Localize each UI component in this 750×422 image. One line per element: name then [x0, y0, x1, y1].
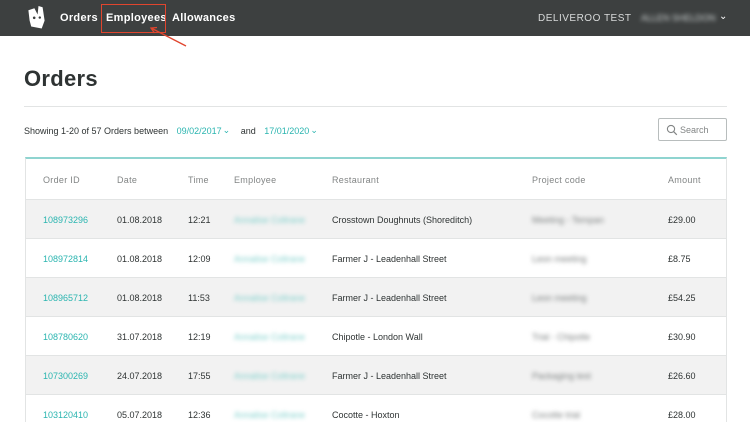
- order-date: 31.07.2018: [117, 332, 163, 342]
- filter-row: Showing 1-20 of 57 Orders between 09/02/…: [24, 125, 318, 136]
- search-placeholder: Search: [680, 125, 709, 135]
- employee-name[interactable]: Annalise Coltrane: [234, 293, 305, 303]
- order-amount: £29.00: [668, 215, 696, 225]
- employee-name[interactable]: Annalise Coltrane: [234, 332, 305, 342]
- table-header: Order ID Date Time Employee Restaurant P…: [26, 159, 726, 200]
- order-amount: £28.00: [668, 410, 696, 420]
- column-header-project-code: Project code: [532, 175, 586, 185]
- order-time: 12:19: [188, 332, 211, 342]
- project-code: Meeting - Tempan: [532, 215, 604, 225]
- order-date: 01.08.2018: [117, 254, 163, 264]
- table-row[interactable]: 107300269 24.07.2018 17:55 Annalise Colt…: [26, 356, 726, 395]
- column-header-order-id: Order ID: [43, 175, 80, 185]
- annotation-highlight-box: [101, 4, 166, 33]
- search-icon: [666, 124, 678, 136]
- order-id-link[interactable]: 107300269: [43, 371, 88, 381]
- column-header-date: Date: [117, 175, 138, 185]
- employee-name[interactable]: Annalise Coltrane: [234, 410, 305, 420]
- project-code: Trial - Chipotle: [532, 332, 591, 342]
- page-title: Orders: [24, 66, 98, 91]
- order-id-link[interactable]: 108972814: [43, 254, 88, 264]
- table-row[interactable]: 108780620 31.07.2018 12:19 Annalise Colt…: [26, 317, 726, 356]
- column-header-employee: Employee: [234, 175, 277, 185]
- order-date: 05.07.2018: [117, 410, 163, 420]
- employee-name[interactable]: Annalise Coltrane: [234, 215, 305, 225]
- table-row[interactable]: 108972814 01.08.2018 12:09 Annalise Colt…: [26, 239, 726, 278]
- date-from-select[interactable]: 09/02/2017⌄: [177, 125, 231, 136]
- user-menu[interactable]: ALLEN SHELDON: [641, 13, 716, 23]
- chevron-down-icon[interactable]: ⌄: [719, 11, 727, 22]
- employee-name[interactable]: Annalise Coltrane: [234, 254, 305, 264]
- order-amount: £30.90: [668, 332, 696, 342]
- order-id-link[interactable]: 108780620: [43, 332, 88, 342]
- project-code: Cocotte trial: [532, 410, 581, 420]
- project-code: Packaging test: [532, 371, 592, 381]
- date-from-value: 09/02/2017: [176, 125, 222, 136]
- order-id-link[interactable]: 108973296: [43, 215, 88, 225]
- nav-link-orders[interactable]: Orders: [60, 12, 98, 24]
- order-date: 24.07.2018: [117, 371, 163, 381]
- restaurant-name: Chipotle - London Wall: [332, 332, 423, 342]
- restaurant-name: Cocotte - Hoxton: [332, 410, 400, 420]
- restaurant-name: Farmer J - Leadenhall Street: [332, 293, 447, 303]
- order-amount: £26.60: [668, 371, 696, 381]
- employee-name[interactable]: Annalise Coltrane: [234, 371, 305, 381]
- orders-table: Order ID Date Time Employee Restaurant P…: [25, 157, 727, 422]
- and-text: and: [240, 125, 256, 136]
- order-amount: £54.25: [668, 293, 696, 303]
- date-to-value: 17/01/2020: [264, 125, 310, 136]
- order-time: 12:36: [188, 410, 211, 420]
- restaurant-name: Farmer J - Leadenhall Street: [332, 371, 447, 381]
- restaurant-name: Crosstown Doughnuts (Shoreditch): [332, 215, 473, 225]
- order-date: 01.08.2018: [117, 293, 163, 303]
- account-name[interactable]: DELIVEROO TEST: [538, 13, 632, 24]
- nav-link-allowances[interactable]: Allowances: [172, 12, 236, 24]
- project-code: Leon meeting: [532, 254, 587, 264]
- order-id-link[interactable]: 103120410: [43, 410, 88, 420]
- order-time: 17:55: [188, 371, 211, 381]
- column-header-restaurant: Restaurant: [332, 175, 380, 185]
- chevron-down-icon: ⌄: [222, 125, 231, 136]
- table-row[interactable]: 108965712 01.08.2018 11:53 Annalise Colt…: [26, 278, 726, 317]
- showing-text: Showing 1-20 of 57 Orders between: [24, 125, 169, 136]
- order-date: 01.08.2018: [117, 215, 163, 225]
- order-id-link[interactable]: 108965712: [43, 293, 88, 303]
- deliveroo-logo-icon[interactable]: [25, 5, 47, 29]
- order-time: 11:53: [188, 293, 210, 303]
- restaurant-name: Farmer J - Leadenhall Street: [332, 254, 447, 264]
- table-row[interactable]: 108973296 01.08.2018 12:21 Annalise Colt…: [26, 200, 726, 239]
- order-time: 12:09: [188, 254, 211, 264]
- date-to-select[interactable]: 17/01/2020⌄: [264, 125, 318, 136]
- order-time: 12:21: [188, 215, 211, 225]
- order-amount: £8.75: [668, 254, 691, 264]
- column-header-amount: Amount: [668, 175, 701, 185]
- column-header-time: Time: [188, 175, 209, 185]
- title-divider: [24, 106, 727, 107]
- chevron-down-icon: ⌄: [310, 125, 318, 136]
- table-row[interactable]: 103120410 05.07.2018 12:36 Annalise Colt…: [26, 395, 726, 422]
- project-code: Leon meeting: [532, 293, 587, 303]
- search-input[interactable]: Search: [658, 118, 727, 141]
